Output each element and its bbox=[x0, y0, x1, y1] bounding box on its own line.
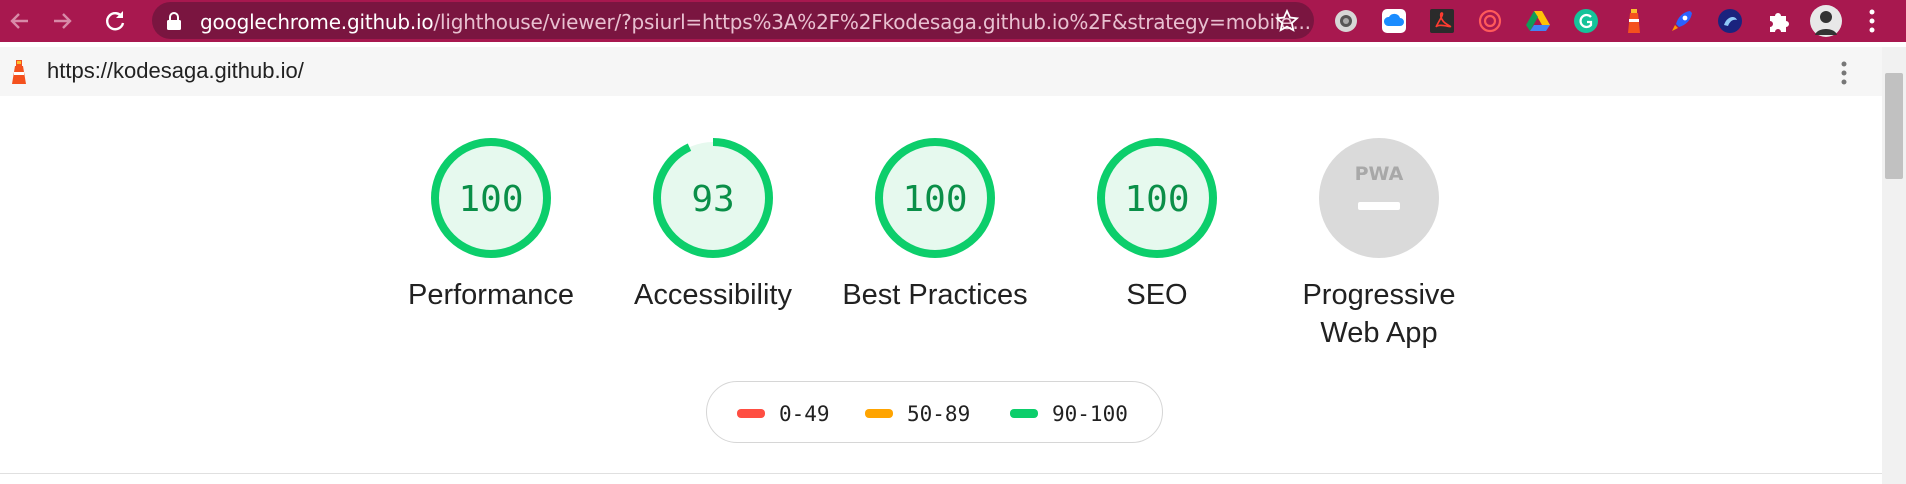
lock-icon bbox=[167, 12, 181, 30]
lighthouse-extension-icon[interactable] bbox=[1620, 7, 1648, 35]
url-path: /lighthouse/viewer/?psiurl=https%3A%2F%2… bbox=[433, 10, 1311, 34]
profile-avatar[interactable] bbox=[1810, 5, 1842, 37]
back-button[interactable] bbox=[6, 7, 34, 35]
bookmark-star-icon[interactable] bbox=[1274, 8, 1300, 34]
legend-label: 90-100 bbox=[1052, 402, 1128, 426]
gauge-label: SEO bbox=[1126, 279, 1188, 311]
forward-button[interactable] bbox=[48, 7, 76, 35]
legend-label: 0-49 bbox=[779, 402, 830, 426]
spiral-extension-icon[interactable] bbox=[1476, 7, 1504, 35]
forward-arrow-icon bbox=[54, 13, 72, 29]
url-host: googlechrome.github.io bbox=[200, 10, 434, 34]
score-legend: 0-49 50-89 90-100 bbox=[706, 381, 1163, 443]
browser-toolbar: googlechrome.github.io/lighthouse/viewer… bbox=[0, 0, 1906, 42]
report-menu-icon[interactable] bbox=[1834, 59, 1854, 87]
svg-text:PWA: PWA bbox=[1355, 163, 1404, 185]
drive-extension-icon[interactable] bbox=[1524, 7, 1552, 35]
back-arrow-icon bbox=[10, 13, 28, 29]
bird-extension-icon[interactable] bbox=[1716, 7, 1744, 35]
address-url: googlechrome.github.io/lighthouse/viewer… bbox=[200, 10, 1311, 34]
lighthouse-logo-icon bbox=[12, 60, 26, 84]
scrollbar-thumb[interactable] bbox=[1885, 73, 1903, 179]
legend-label: 50-89 bbox=[907, 402, 971, 426]
gauge-label: Accessibility bbox=[634, 279, 792, 311]
browser-menu-icon[interactable] bbox=[1862, 6, 1882, 36]
gauge-pwa[interactable]: PWA Progressive Web App bbox=[1279, 136, 1479, 352]
gauge-score: 100 bbox=[458, 179, 523, 220]
grammarly-extension-icon[interactable] bbox=[1572, 7, 1600, 35]
pwa-badge-icon: PWA bbox=[1319, 138, 1439, 258]
puzzle-extension-icon[interactable] bbox=[1764, 7, 1792, 35]
legend-swatch bbox=[737, 409, 765, 418]
legend-swatch bbox=[1010, 409, 1038, 418]
gauge-best-practices[interactable]: 100 Best Practices bbox=[835, 136, 1035, 314]
gauge-seo[interactable]: 100 SEO bbox=[1057, 136, 1257, 314]
gauge-label: Best Practices bbox=[842, 279, 1028, 311]
rocket-extension-icon[interactable] bbox=[1668, 7, 1696, 35]
gauge-score: 100 bbox=[902, 179, 967, 220]
gauge-accessibility[interactable]: 93 Accessibility bbox=[613, 136, 813, 314]
reload-icon bbox=[106, 11, 125, 31]
report-topbar: https://kodesaga.github.io/ bbox=[0, 47, 1882, 96]
pdf-extension-icon[interactable] bbox=[1428, 7, 1456, 35]
report-url[interactable]: https://kodesaga.github.io/ bbox=[47, 58, 304, 84]
camera-extension-icon[interactable] bbox=[1332, 7, 1360, 35]
gauge-score: 93 bbox=[691, 179, 734, 220]
gauge-score: 100 bbox=[1124, 179, 1189, 220]
cloud-extension-icon[interactable] bbox=[1380, 7, 1408, 35]
gauge-label: Progressive Web App bbox=[1302, 279, 1456, 349]
address-bar[interactable]: googlechrome.github.io/lighthouse/viewer… bbox=[152, 2, 1314, 39]
gauge-performance[interactable]: 100 Performance bbox=[391, 136, 591, 314]
gauge-label: Performance bbox=[407, 279, 574, 311]
legend-swatch bbox=[865, 409, 893, 418]
reload-button[interactable] bbox=[101, 7, 129, 35]
section-divider bbox=[0, 473, 1882, 474]
